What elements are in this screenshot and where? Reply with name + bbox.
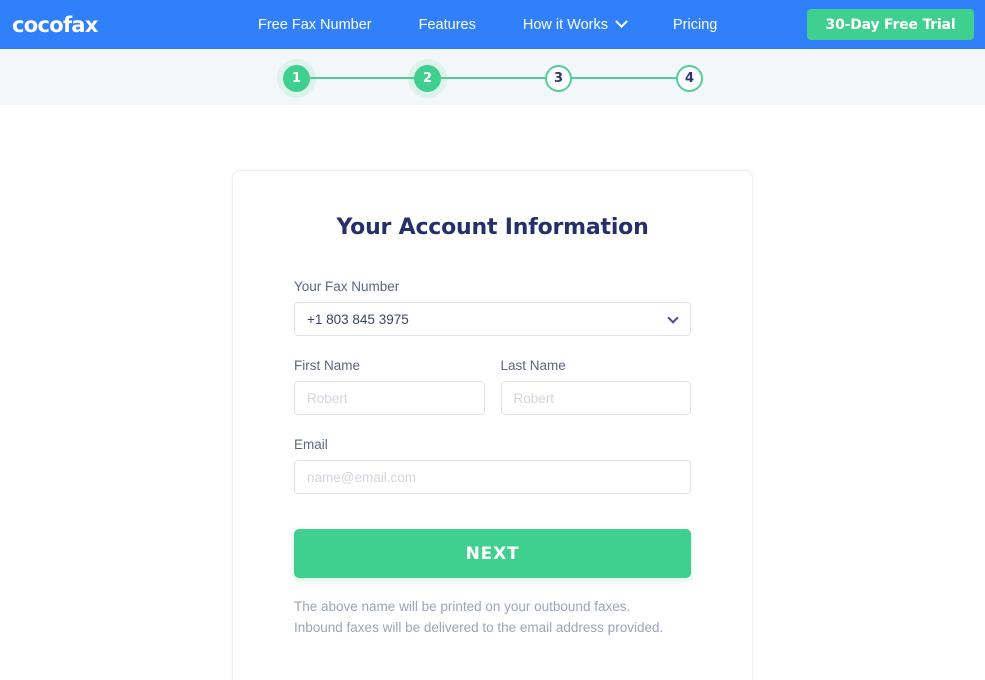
free-trial-button[interactable]: 30-Day Free Trial [807, 9, 974, 40]
nav-links-group: Free Fax Number Features How it Works Pr… [258, 0, 717, 49]
nav-link-pricing[interactable]: Pricing [673, 17, 717, 33]
last-name-group: Last Name [500, 358, 691, 415]
step-indicator-2[interactable]: 2 [414, 64, 441, 92]
last-name-input[interactable] [500, 381, 691, 415]
fax-number-select[interactable]: +1 803 845 3975 [294, 302, 691, 336]
nav-link-label: Pricing [673, 16, 718, 33]
email-input[interactable] [294, 460, 691, 494]
last-name-label: Last Name [500, 358, 566, 373]
chevron-down-icon [615, 15, 628, 29]
account-information-card: Your Account Information Your Fax Number… [232, 170, 753, 680]
first-name-group: First Name [294, 358, 485, 415]
email-label: Email [294, 437, 328, 452]
next-button[interactable]: NEXT [294, 529, 691, 578]
nav-link-label: How it Works [522, 16, 608, 33]
form-helper-note: The above name will be printed on your o… [294, 596, 691, 638]
step-connector-3-4 [572, 77, 676, 79]
top-navigation-bar: cocofax Free Fax Number Features How it … [0, 0, 985, 49]
nav-link-features[interactable]: Features [419, 17, 476, 33]
account-information-form: Your Fax Number +1 803 845 3975 First Na… [233, 279, 752, 638]
first-name-label: First Name [294, 358, 361, 373]
nav-link-how-it-works[interactable]: How it Works [522, 15, 628, 33]
first-name-input[interactable] [294, 381, 485, 415]
nav-link-label: Free Fax Number [258, 16, 372, 33]
step-connector-2-3 [441, 77, 545, 79]
fax-number-label: Your Fax Number [294, 279, 400, 294]
cocofax-logo[interactable]: cocofax [12, 13, 98, 37]
progress-stepper: 1 2 3 4 [283, 62, 703, 94]
name-fields-row: First Name Last Name [294, 358, 691, 415]
email-group: Email [294, 437, 691, 494]
step-indicator-4[interactable]: 4 [676, 64, 703, 92]
fax-number-group: Your Fax Number +1 803 845 3975 [294, 279, 691, 336]
note-line-1: The above name will be printed on your o… [294, 599, 631, 614]
nav-link-free-fax-number[interactable]: Free Fax Number [258, 17, 372, 33]
step-indicator-3[interactable]: 3 [545, 64, 572, 92]
nav-link-label: Features [418, 16, 476, 33]
step-indicator-1[interactable]: 1 [283, 64, 310, 92]
note-line-2: Inbound faxes will be delivered to the e… [294, 620, 664, 635]
page-title: Your Account Information [336, 215, 649, 240]
progress-stepper-band: 1 2 3 4 [0, 49, 985, 105]
page-body: Your Account Information Your Fax Number… [0, 105, 985, 680]
fax-number-select-wrap: +1 803 845 3975 [294, 302, 691, 336]
step-connector-1-2 [310, 77, 414, 79]
